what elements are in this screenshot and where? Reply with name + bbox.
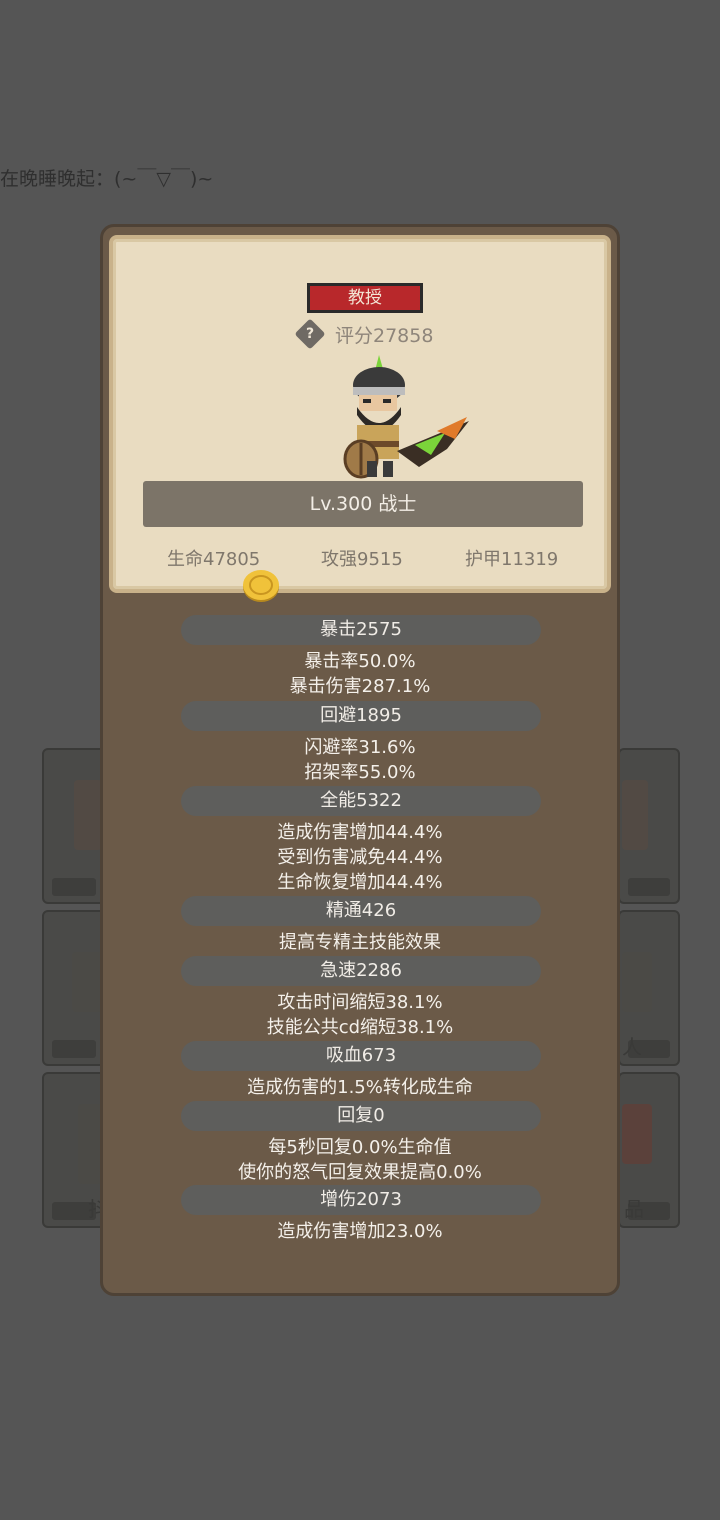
attribute-line: 提高专精主技能效果	[279, 932, 441, 953]
attribute-line: 生命恢复增加44.4%	[277, 872, 443, 893]
bg-tile	[42, 748, 106, 904]
attribute-line: 造成伤害增加23.0%	[277, 1221, 443, 1242]
score-label: 评分27858	[335, 325, 434, 347]
help-icon[interactable]: ?	[294, 318, 326, 350]
attribute-line: 受到伤害减免44.4%	[277, 847, 443, 868]
character-detail-modal: 教授 ? 评分27858 Lv.300 战士 生命47805 攻强9515 护甲…	[100, 224, 620, 1296]
bg-tile-label: 品	[624, 1197, 644, 1221]
character-card: 教授 ? 评分27858 Lv.300 战士 生命47805 攻强9515 护甲…	[109, 235, 611, 602]
attribute-dodge: 回避1895	[181, 701, 541, 731]
level-class-bar: Lv.300 战士	[143, 481, 583, 527]
attribute-line: 暴击率50.0%	[304, 651, 416, 672]
attribute-line: 闪避率31.6%	[304, 737, 416, 758]
attribute-line: 造成伤害的1.5%转化成生命	[247, 1077, 473, 1098]
attribute-line: 招架率55.0%	[304, 762, 416, 783]
marquee-text: 在晚睡晚起：(~￣▽￣)~	[0, 168, 214, 190]
attribute-line: 技能公共cd缩短38.1%	[266, 1017, 454, 1038]
attribute-mastery: 精通426	[181, 896, 541, 926]
hp-stat: 生命47805	[167, 549, 261, 570]
attribute-versatility: 全能5322	[181, 786, 541, 816]
armor-stat: 护甲11319	[465, 549, 559, 570]
attribute-line: 攻击时间缩短38.1%	[277, 992, 443, 1013]
attribute-haste: 急速2286	[181, 956, 541, 986]
bg-tile-label: 人	[622, 1035, 642, 1059]
bg-tile: 抖	[42, 1072, 108, 1228]
warrior-avatar	[343, 355, 469, 479]
attack-stat: 攻强9515	[321, 549, 403, 570]
bg-tile	[618, 748, 680, 904]
attribute-line: 暴击伤害287.1%	[289, 676, 431, 697]
attribute-line: 每5秒回复0.0%生命值	[268, 1137, 452, 1158]
attribute-crit: 暴击2575	[181, 615, 541, 645]
attribute-lifesteal: 吸血673	[181, 1041, 541, 1071]
title-badge: 教授	[307, 283, 423, 313]
attribute-regen: 回复0	[181, 1101, 541, 1131]
attribute-damage-bonus: 增伤2073	[181, 1185, 541, 1215]
bg-tile: 品	[618, 1072, 680, 1228]
attribute-line: 使你的怒气回复效果提高0.0%	[238, 1162, 482, 1183]
bg-tile	[42, 910, 106, 1066]
bg-tile: 人	[618, 910, 680, 1066]
attribute-line: 造成伤害增加44.4%	[277, 822, 443, 843]
coin-icon	[243, 570, 279, 602]
